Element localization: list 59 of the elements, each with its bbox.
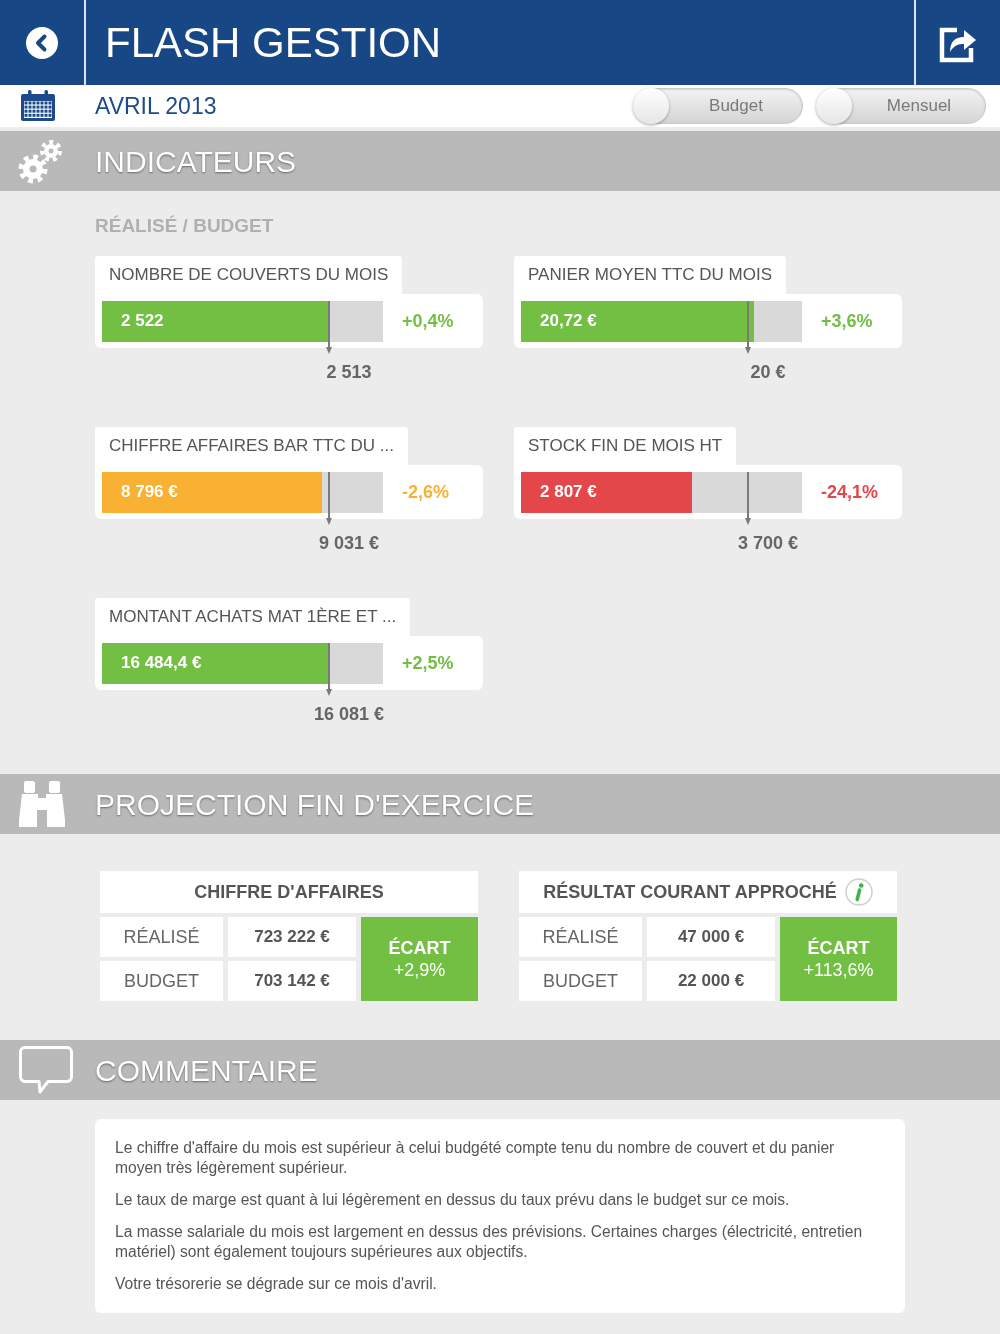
switch-knob [633,88,669,124]
section-subtitle: RÉALISÉ / BUDGET [95,216,274,236]
indicator-value: 2 807 € [540,480,597,503]
row-label: BUDGET [519,961,642,1001]
indicator-title: MONTANT ACHATS MAT 1ÈRE ET ... [95,598,411,636]
comment-paragraph: Votre trésorerie se dégrade sur ce mois d'avril. [115,1274,438,1294]
comment-paragraph: Le taux de marge est quant à lui légèrement en dessus du taux prévu dans le budget sur ce mois. [115,1190,791,1210]
row-value: 703 142 € [228,961,356,1001]
budget-value: 3 700 € [737,532,799,554]
change-value: -2,6% [402,480,450,504]
variance-label: ÉCART [388,937,451,959]
row-value: 47 000 € [647,917,775,957]
indicator-value: 2 522 [121,309,164,332]
budget-value: 20 € [750,361,786,383]
row-value: 22 000 € [647,961,775,1001]
toggle-switch[interactable]: Budget [633,88,803,124]
budget-value: 16 081 € [313,703,385,725]
card-title: CHIFFRE D'AFFAIRES [194,880,384,904]
binoculars-icon [18,780,66,828]
calendar-icon [20,90,56,122]
budget-value: 9 031 € [318,532,380,554]
down-arrow-icon [325,300,333,354]
change-value: +2,5% [402,651,454,675]
comment-paragraph: Le chiffre d'affaire du mois est supérieur à celui budgété compte tenu du nombre de couvert et du panier moyen très légèrement supérieur. [115,1138,836,1178]
section-title: INDICATEURS [95,143,297,180]
variance-value: +2,9% [393,959,446,981]
period-label: AVRIL 2013 [95,91,217,121]
indicator-title: CHIFFRE AFFAIRES BAR TTC DU ... [95,427,408,465]
gears-icon [18,138,64,184]
indicator-value: 8 796 € [121,480,178,503]
row-label: RÉALISÉ [100,917,223,957]
down-arrow-icon [744,471,752,525]
comment-paragraph: La masse salariale du mois est largement en dessus des prévisions. Certaines charges (électricité, entretien matériel) sont également toujours supérieures aux objectifs. [115,1222,864,1262]
down-arrow-icon [325,471,333,525]
section-title: PROJECTION FIN D'EXERCICE [95,786,535,823]
indicator-title: NOMBRE DE COUVERTS DU MOIS [95,256,403,294]
toggle-switch[interactable]: Mensuel [816,88,986,124]
indicator-title: PANIER MOYEN TTC DU MOIS [514,256,786,294]
change-value: -24,1% [821,480,879,504]
variance-value: +113,6% [803,959,874,981]
back-icon [26,26,58,59]
variance-label: ÉCART [807,937,870,959]
row-label: RÉALISÉ [519,917,642,957]
row-label: BUDGET [100,961,223,1001]
change-value: +0,4% [402,309,454,333]
section-title: COMMENTAIRE [95,1052,318,1089]
app-title: FLASH GESTION [105,17,442,68]
switch-knob [816,88,852,124]
indicator-title: STOCK FIN DE MOIS HT [514,427,737,465]
change-value: +3,6% [821,309,873,333]
indicator-value: 16 484,4 € [121,651,202,674]
speech-bubble-icon [18,1045,74,1095]
row-value: 723 222 € [228,917,356,957]
indicator-value: 20,72 € [540,309,597,332]
card-title: RÉSULTAT COURANT APPROCHÉ [543,880,837,904]
down-arrow-icon [744,300,752,354]
info-icon[interactable] [844,878,873,906]
budget-value: 2 513 [326,361,372,383]
down-arrow-icon [325,642,333,696]
